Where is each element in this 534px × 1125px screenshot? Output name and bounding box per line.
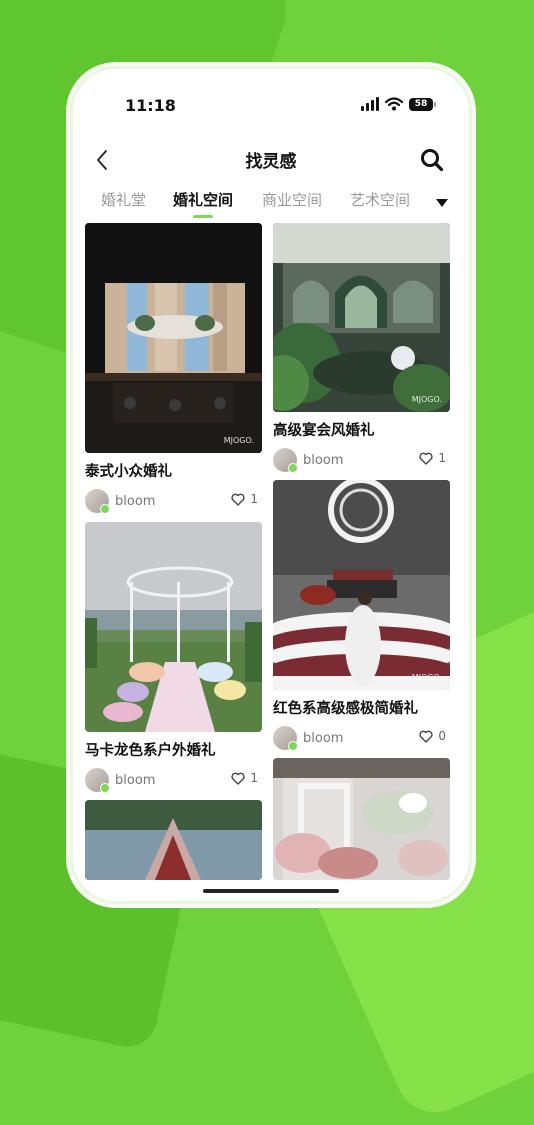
tab-art-space[interactable]: 艺术空间 <box>350 189 410 210</box>
card-meta: bloom 1 <box>85 489 262 514</box>
tab-commercial-space[interactable]: 商业空间 <box>262 189 322 210</box>
category-tabs: 婚礼堂 婚礼空间 商业空间 艺术空间 <box>73 189 469 219</box>
battery-level: 58 <box>414 98 428 109</box>
like-button[interactable]: 1 <box>231 492 258 506</box>
wedding-image <box>273 480 450 690</box>
author-name[interactable]: bloom <box>303 453 343 468</box>
image-watermark: MJOGO. <box>223 436 254 445</box>
status-time: 11:18 <box>125 96 176 115</box>
home-indicator <box>203 889 339 893</box>
card-image[interactable] <box>85 522 262 732</box>
tab-wedding-hall[interactable]: 婚礼堂 <box>101 189 146 210</box>
card-title[interactable]: 马卡龙色系户外婚礼 <box>85 739 262 760</box>
like-count: 1 <box>438 451 446 465</box>
image-watermark: MJOGO. <box>411 395 442 404</box>
heart-icon <box>419 730 433 743</box>
like-button[interactable]: 0 <box>419 729 446 743</box>
wedding-image <box>85 800 262 880</box>
card-image[interactable] <box>85 800 262 880</box>
inspiration-feed: MJOGO. 泰式小众婚礼 bloom 1 MJOGO. 高级宴会风婚礼 blo… <box>73 223 469 901</box>
card-meta: bloom 0 <box>273 726 450 751</box>
signal-icon <box>361 97 379 111</box>
inspiration-card[interactable]: MJOGO. 红色系高级感极简婚礼 bloom 0 <box>273 480 450 751</box>
search-icon <box>421 149 444 172</box>
heart-icon <box>419 452 433 465</box>
heart-icon <box>231 772 245 785</box>
like-count: 0 <box>438 729 446 743</box>
wedding-image <box>85 522 262 732</box>
author-name[interactable]: bloom <box>115 494 155 509</box>
like-button[interactable]: 1 <box>419 451 446 465</box>
wedding-image <box>85 223 262 453</box>
inspiration-card[interactable]: MJOGO. 高级宴会风婚礼 bloom 1 <box>273 223 450 473</box>
status-bar: 11:18 58 <box>73 93 469 117</box>
nav-header: 找灵感 <box>73 143 469 177</box>
active-tab-indicator <box>193 215 213 218</box>
card-meta: bloom 1 <box>85 768 262 793</box>
like-button[interactable]: 1 <box>231 771 258 785</box>
wedding-image <box>273 223 450 412</box>
avatar[interactable] <box>273 726 298 751</box>
card-image[interactable]: MJOGO. <box>85 223 262 453</box>
heart-icon <box>231 493 245 506</box>
card-title[interactable]: 泰式小众婚礼 <box>85 460 262 481</box>
card-title[interactable]: 高级宴会风婚礼 <box>273 419 450 440</box>
inspiration-card[interactable]: 马卡龙色系户外婚礼 bloom 1 <box>85 522 262 793</box>
card-image[interactable]: MJOGO. <box>273 480 450 690</box>
tab-wedding-space[interactable]: 婚礼空间 <box>173 189 233 210</box>
author-name[interactable]: bloom <box>303 731 343 746</box>
avatar[interactable] <box>85 768 110 793</box>
author-name[interactable]: bloom <box>115 773 155 788</box>
image-watermark: MJOGO. <box>411 673 442 682</box>
search-button[interactable] <box>417 145 447 175</box>
phone-frame: 11:18 58 找灵感 婚礼堂 婚礼空间 商业空间 艺术空间 MJOGO. 泰… <box>70 66 472 904</box>
caret-down-icon <box>436 199 448 207</box>
like-count: 1 <box>250 492 258 506</box>
like-count: 1 <box>250 771 258 785</box>
avatar[interactable] <box>273 448 298 473</box>
inspiration-card[interactable]: MJOGO. 泰式小众婚礼 bloom 1 <box>85 223 262 514</box>
battery-icon: 58 <box>409 97 436 111</box>
avatar[interactable] <box>85 489 110 514</box>
card-image[interactable] <box>273 758 450 880</box>
card-title[interactable]: 红色系高级感极简婚礼 <box>273 697 450 718</box>
page-title: 找灵感 <box>245 152 297 172</box>
inspiration-card[interactable] <box>85 800 262 880</box>
card-meta: bloom 1 <box>273 448 450 473</box>
wifi-icon <box>385 97 403 111</box>
inspiration-card[interactable] <box>273 758 450 880</box>
status-icons: 58 <box>361 97 436 111</box>
wedding-image <box>273 758 450 880</box>
card-image[interactable]: MJOGO. <box>273 223 450 412</box>
tabs-dropdown-button[interactable] <box>431 193 453 213</box>
